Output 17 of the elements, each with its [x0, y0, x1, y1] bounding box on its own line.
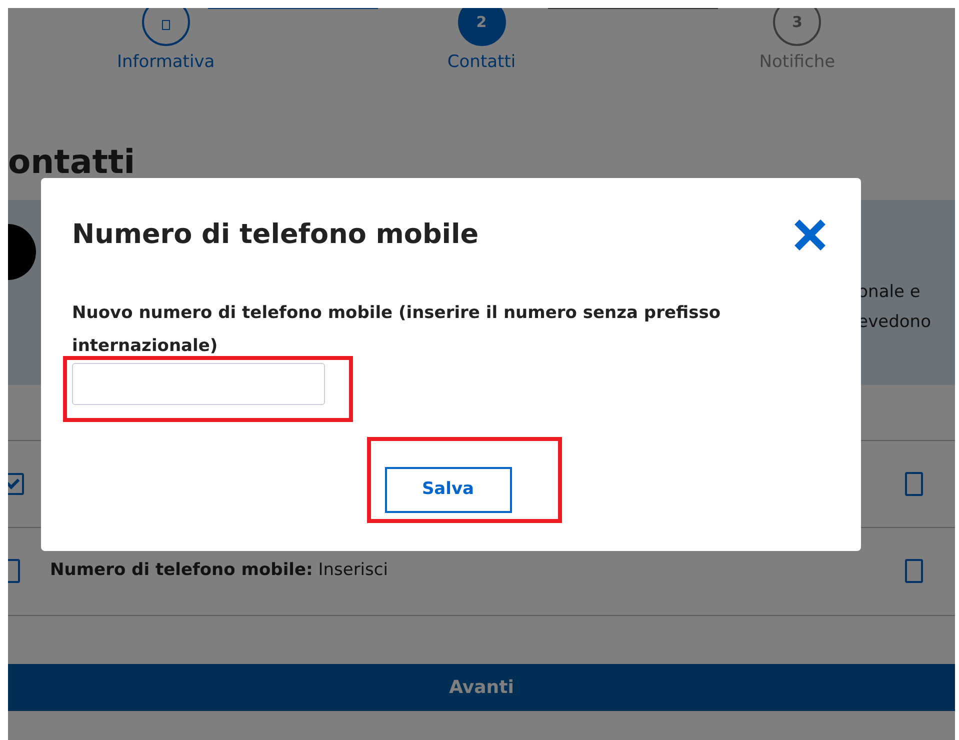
checkbox[interactable]	[905, 559, 923, 584]
checkbox[interactable]	[905, 472, 923, 496]
modal-title: Numero di telefono mobile	[72, 218, 479, 252]
checkbox[interactable]	[8, 472, 24, 495]
close-icon[interactable]	[793, 218, 827, 252]
step-label[interactable]: Contatti	[447, 50, 516, 76]
placeholder-glyph-icon	[162, 20, 170, 30]
step-label[interactable]: Informativa	[116, 50, 215, 76]
save-button[interactable]: Salva	[384, 467, 512, 513]
step-circle: 3	[773, 8, 822, 46]
contact-text: Numero di telefono mobile: Inserisci	[50, 559, 388, 582]
step-circle: 2	[458, 8, 506, 46]
field-label: Nuovo numero di telefono mobile (inserire il numero senza prefisso internazionale)	[72, 302, 722, 358]
step-label[interactable]: Notifiche	[759, 50, 836, 76]
phone-input-field[interactable]	[72, 363, 325, 405]
page-title: ontatti	[8, 142, 136, 182]
next-button[interactable]: Avanti	[8, 664, 955, 711]
